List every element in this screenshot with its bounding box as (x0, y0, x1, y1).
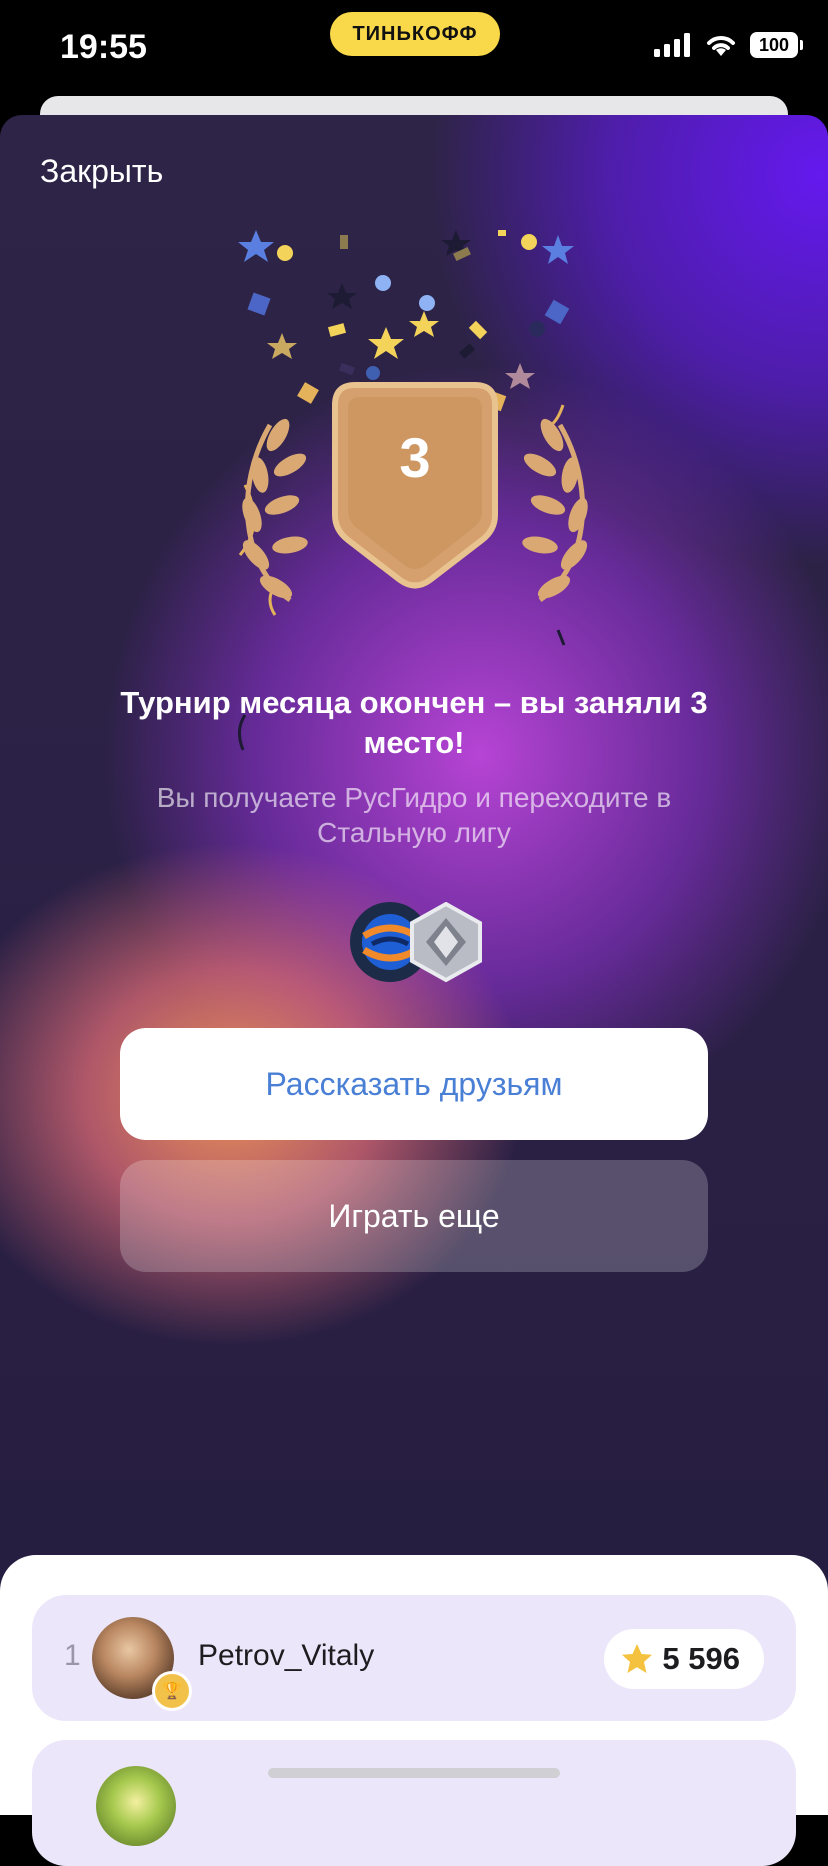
leaderboard-row[interactable] (32, 1740, 796, 1866)
wifi-icon (707, 36, 735, 56)
username: Petrov_Vitaly (198, 1639, 375, 1672)
home-indicator (268, 1768, 560, 1778)
laurel-wreath-icon (242, 382, 588, 603)
play-again-button[interactable]: Играть еще (120, 1160, 708, 1272)
status-time: 19:55 (60, 28, 147, 66)
carrier-badge: ТИНЬКОФФ (330, 12, 500, 56)
steel-league-badge-icon (410, 902, 482, 982)
battery-icon: 100 (750, 32, 803, 58)
place-number: 3 (399, 426, 431, 489)
leaderboard-row[interactable]: 1 🏆 Petrov_Vitaly 5 596 (32, 1595, 796, 1721)
status-bar: 19:55 ТИНЬКОФФ 100 (0, 0, 828, 100)
share-with-friends-button[interactable]: Рассказать друзьям (120, 1028, 708, 1140)
rank-number: 1 (64, 1639, 81, 1672)
leaderboard-sheet: 1 🏆 Petrov_Vitaly 5 596 (0, 1555, 828, 1866)
avatar (96, 1766, 176, 1846)
place-badge: 3 (230, 365, 600, 665)
result-subtitle: Вы получаете РусГидро и переходите в Ста… (156, 782, 672, 848)
trophy-icon: 🏆 (152, 1671, 192, 1711)
rewards-icons (348, 900, 482, 984)
score-pill: 5 596 (604, 1629, 764, 1689)
status-icons: 100 (654, 32, 803, 58)
star-icon (622, 1644, 653, 1673)
cellular-signal-icon (654, 33, 690, 57)
score-value: 5 596 (662, 1641, 740, 1676)
result-title: Турнир месяца окончен – вы заняли 3 мест… (120, 685, 708, 760)
battery-level: 100 (758, 34, 790, 55)
